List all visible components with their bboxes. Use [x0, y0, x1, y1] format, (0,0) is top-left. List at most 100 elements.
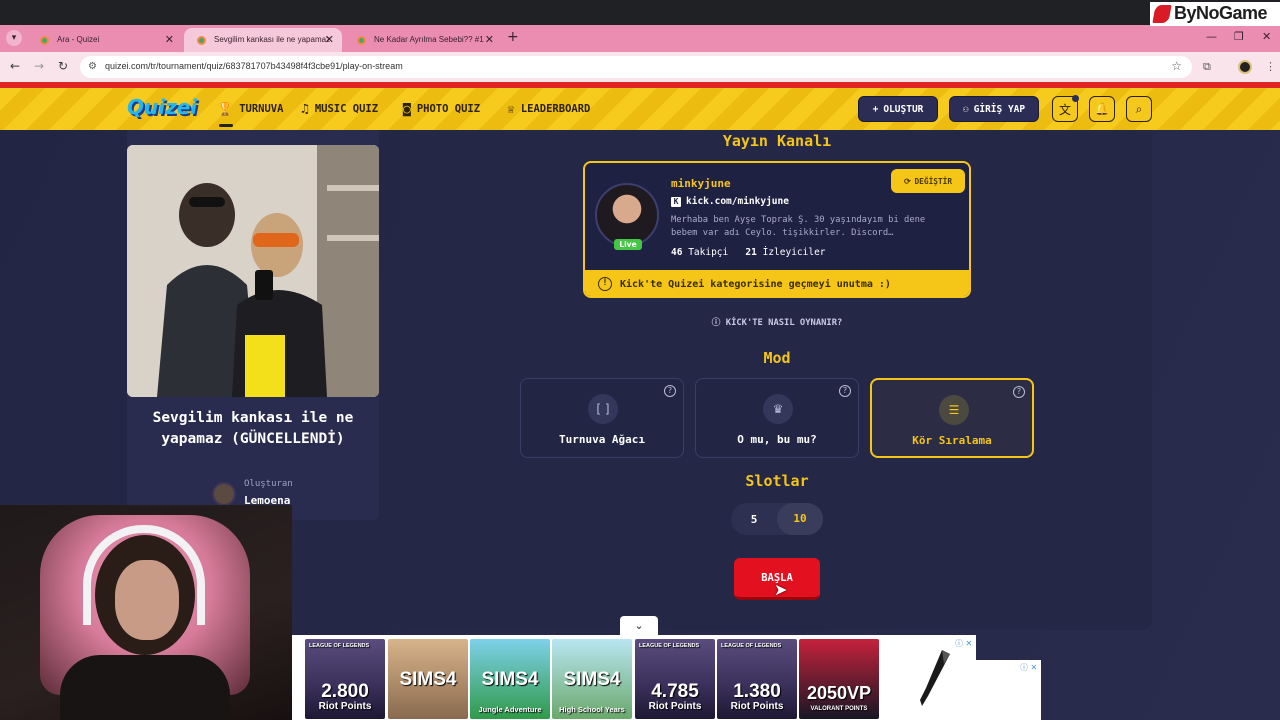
create-label: OLUŞTUR: [883, 103, 924, 115]
nav-label: MUSIC QUIZ: [314, 103, 379, 115]
notifications-button[interactable]: 🔔: [1089, 96, 1115, 122]
close-window-icon[interactable]: ✕: [1262, 30, 1271, 43]
tab-title: Ne Kadar Ayrılma Sebebi?? #1: [374, 35, 484, 44]
streamer-bio: Merhaba ben Ayşe Toprak Ş. 30 yaşındayım…: [671, 214, 961, 240]
kick-url-text: kick.com/minkyjune: [686, 196, 789, 207]
ad-info-icon[interactable]: ⓘ ✕: [1020, 662, 1037, 673]
creator-label: Oluşturan: [244, 479, 293, 489]
close-tab-icon[interactable]: ✕: [485, 33, 494, 46]
ad-amount: SIMS4: [399, 669, 457, 690]
bynogame-watermark: ByNoGame: [1150, 2, 1280, 26]
webcam-overlay: [0, 505, 292, 720]
address-bar-row: ← → ↻ ⚙ quizei.com/tr/tournament/quiz/68…: [0, 52, 1280, 82]
mode-option-turnuva-agaci[interactable]: [ ] ? Turnuva Ağacı: [520, 378, 684, 458]
followers-label: Takipçi: [688, 247, 729, 258]
ad-tile-riot-points[interactable]: LEAGUE OF LEGENDS 1.380 Riot Points: [717, 639, 797, 719]
back-icon[interactable]: ←: [10, 59, 20, 73]
kick-url[interactable]: Kkick.com/minkyjune: [671, 196, 789, 207]
new-tab-icon[interactable]: +: [507, 29, 519, 45]
bookmark-star-icon[interactable]: ☆: [1171, 59, 1182, 73]
streamer-avatar: [595, 183, 659, 247]
login-button[interactable]: ⚇ GİRİŞ YAP: [949, 96, 1039, 122]
refresh-icon: ⟳: [903, 176, 911, 186]
quizei-favicon-icon: [40, 36, 49, 45]
nav-photo-quiz[interactable]: ◙ PHOTO QUIZ: [403, 88, 480, 130]
minimize-icon[interactable]: —: [1206, 30, 1217, 43]
ad-product: VALORANT POINTS: [810, 706, 868, 712]
ad-info-icon[interactable]: ⓘ ✕: [955, 638, 972, 649]
followers-count: 46: [671, 247, 683, 258]
knife-ad-image[interactable]: [914, 648, 954, 708]
mouse-cursor-icon: ➤: [774, 580, 788, 599]
ad-amount: SIMS4: [563, 669, 621, 690]
tab-strip: ▾ Ara - Quizei ✕ Sevgilim kankası ile ne…: [0, 25, 1280, 52]
stream-channel-card: Live minkyjune Kkick.com/minkyjune Merha…: [583, 161, 971, 298]
site-header: Quizei 🏆 TURNUVA ♫ MUSIC QUIZ ◙ PHOTO QU…: [0, 88, 1280, 130]
ad-brand-label: LEAGUE OF LEGENDS: [309, 643, 370, 649]
url-text: quizei.com/tr/tournament/quiz/683781707b…: [105, 61, 403, 71]
viewers-count: 21: [745, 247, 757, 258]
extensions-icon[interactable]: ⧉: [1203, 60, 1211, 74]
close-tab-icon[interactable]: ✕: [325, 33, 334, 46]
mode-option-o-mu-bu-mu[interactable]: ♛ ? O mu, bu mu?: [695, 378, 859, 458]
nav-leaderboard[interactable]: ♕ LEADERBOARD: [507, 88, 590, 130]
slot-option-5[interactable]: 5: [731, 513, 777, 526]
camera-icon: ◙: [403, 101, 411, 117]
tab-search-button[interactable]: ▾: [6, 30, 22, 46]
help-icon[interactable]: ?: [839, 385, 851, 397]
streamer-body: [60, 655, 230, 720]
ad-tile-sims4-highschool[interactable]: SIMS4 High School Years: [552, 639, 632, 719]
change-channel-button[interactable]: ⟳ DEĞİŞTİR: [891, 169, 965, 193]
help-icon[interactable]: ?: [664, 385, 676, 397]
how-to-play-link[interactable]: ⓘ KİCK'TE NASIL OYNANIR?: [402, 315, 1152, 328]
nav-music-quiz[interactable]: ♫ MUSIC QUIZ: [301, 88, 378, 130]
site-info-icon[interactable]: ⚙: [88, 61, 97, 72]
ad-tile-valorant-points[interactable]: 2050VP VALORANT POINTS: [799, 639, 879, 719]
mode-label: O mu, bu mu?: [737, 433, 817, 446]
tab-ayrilma-sebebi[interactable]: Ne Kadar Ayrılma Sebebi?? #1 ✕: [344, 28, 502, 52]
creator-avatar[interactable]: [212, 482, 236, 506]
mode-label: Turnuva Ağacı: [558, 433, 646, 446]
profile-avatar[interactable]: [1238, 60, 1252, 74]
active-indicator: [219, 124, 233, 127]
nav-turnuva[interactable]: 🏆 TURNUVA: [217, 88, 283, 130]
url-field[interactable]: ⚙ quizei.com/tr/tournament/quiz/68378170…: [80, 56, 1192, 78]
translate-icon: 文: [1058, 102, 1071, 117]
ad-tile-riot-points[interactable]: LEAGUE OF LEGENDS 4.785 Riot Points: [635, 639, 715, 719]
bell-icon: 🔔: [1094, 102, 1110, 116]
forward-icon[interactable]: →: [34, 59, 44, 73]
quizei-favicon-icon: [197, 36, 206, 45]
medal-icon: ♕: [507, 101, 515, 117]
ad-brand-label: LEAGUE OF LEGENDS: [721, 643, 782, 649]
ad-collapse-button[interactable]: ⌄: [620, 616, 658, 636]
ad-tile-sims4-jungle[interactable]: SIMS4 Jungle Adventure: [470, 639, 550, 719]
quizei-logo[interactable]: Quizei: [127, 95, 197, 119]
reload-icon[interactable]: ↻: [58, 59, 68, 73]
create-button[interactable]: + OLUŞTUR: [858, 96, 938, 122]
mode-section-title: Mod: [763, 349, 791, 367]
ad-brand-label: LEAGUE OF LEGENDS: [639, 643, 700, 649]
streamer-name: minkyjune: [671, 177, 731, 190]
trophy-icon: 🏆: [217, 101, 234, 117]
maximize-icon[interactable]: ❐: [1234, 30, 1244, 43]
quiz-title: Sevgilim kankası ile ne yapamaz (GÜNCELL…: [152, 410, 354, 447]
ad-tile-sims4[interactable]: SIMS4: [388, 639, 468, 719]
ad-product: Riot Points: [648, 701, 702, 712]
howto-label: KİCK'TE NASIL OYNANIR?: [725, 318, 843, 328]
close-tab-icon[interactable]: ✕: [165, 33, 174, 46]
help-icon[interactable]: ?: [1013, 386, 1025, 398]
slots-section-title: Slotlar: [745, 472, 809, 490]
ad-tile-riot-points[interactable]: LEAGUE OF LEGENDS 2.800 Riot Points: [305, 639, 385, 719]
tab-ara-quizei[interactable]: Ara - Quizei ✕: [27, 28, 182, 52]
slot-option-10[interactable]: 10: [777, 503, 823, 535]
language-button[interactable]: 文: [1052, 95, 1079, 122]
change-label: DEĞİŞTİR: [914, 176, 953, 186]
window-titlebar: [0, 0, 1280, 25]
streamer-stats: 46 Takipçi 21 İzleyiciler: [671, 247, 826, 258]
kick-logo-icon: K: [671, 197, 681, 207]
mode-option-kor-siralama[interactable]: ☰ ? Kör Sıralama: [870, 378, 1034, 458]
search-button[interactable]: ⌕: [1126, 96, 1152, 122]
tab-current-quiz[interactable]: Sevgilim kankası ile ne yapamaz ✕: [184, 28, 342, 52]
list-icon: ☰: [939, 395, 969, 425]
browser-menu-icon[interactable]: ⋮: [1265, 60, 1276, 73]
